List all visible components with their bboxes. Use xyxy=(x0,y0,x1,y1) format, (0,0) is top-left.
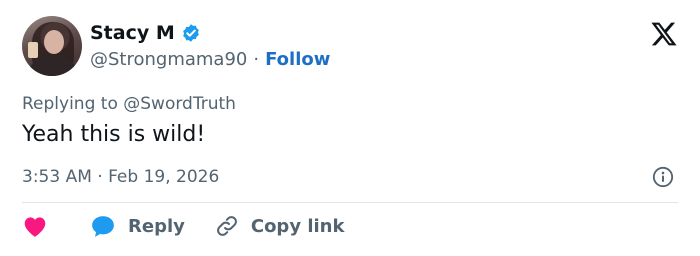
copy-link-label: Copy link xyxy=(250,215,345,237)
avatar-phone xyxy=(28,42,38,58)
author-name[interactable]: Stacy M xyxy=(90,22,175,44)
separator-dot: · xyxy=(253,49,260,70)
x-logo-icon[interactable] xyxy=(650,20,678,48)
follow-button[interactable]: Follow xyxy=(265,49,330,70)
reply-button[interactable]: Reply xyxy=(48,214,185,238)
tweet-timestamp[interactable]: 3:53 AM · Feb 19, 2026 xyxy=(22,167,219,187)
avatar[interactable] xyxy=(22,16,82,76)
tweet-text: Yeah this is wild! xyxy=(22,122,206,147)
replying-to: Replying to @SwordTruth xyxy=(22,94,236,114)
avatar-face xyxy=(44,30,64,54)
reply-label: Reply xyxy=(128,215,185,237)
like-button[interactable] xyxy=(22,214,48,238)
reply-bubble-icon xyxy=(92,216,114,237)
verified-badge-icon xyxy=(182,24,199,42)
info-icon[interactable] xyxy=(652,166,674,188)
author-handle-row: @Strongmama90 · Follow xyxy=(90,49,330,70)
link-icon xyxy=(216,216,237,236)
heart-icon xyxy=(24,217,46,237)
copy-link-button[interactable]: Copy link xyxy=(185,214,345,238)
author-handle[interactable]: @Strongmama90 xyxy=(90,49,247,70)
divider xyxy=(22,202,678,203)
author-name-row: Stacy M xyxy=(90,22,201,44)
action-bar: Reply Copy link xyxy=(22,214,344,238)
